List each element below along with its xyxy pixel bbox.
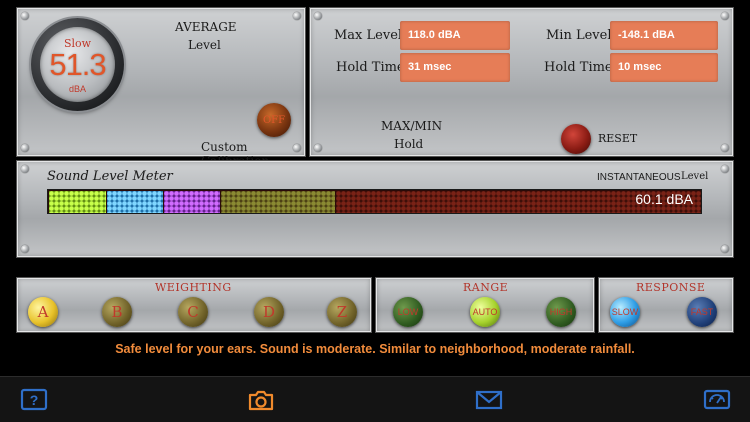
dial-face: Slow 51.3 dBA — [40, 27, 115, 102]
custom-calibration-toggle-label: OFF — [262, 114, 286, 126]
svg-text:?: ? — [30, 392, 39, 408]
max-level-value: 118.0 dBA — [400, 21, 510, 50]
app-root: AVERAGE Level Custom Calibration OFF Slo… — [0, 0, 750, 422]
meter-segment-purple — [164, 191, 220, 213]
weighting-title: WEIGHTING — [155, 281, 232, 294]
maxmin-mode-title: MAX/MIN — [381, 119, 443, 133]
hold-time-label-max: Hold Time — [336, 60, 405, 75]
safety-info-text: Safe level for your ears. Sound is moder… — [115, 342, 635, 356]
screw-icon — [21, 165, 29, 173]
screw-icon — [21, 144, 29, 152]
reset-label: RESET — [598, 132, 638, 145]
max-level-label: Max Level — [334, 28, 403, 43]
mail-icon — [475, 390, 503, 410]
response-slow-button[interactable]: SLOW — [610, 297, 640, 327]
range-low-button[interactable]: LOW — [393, 297, 423, 327]
meter-settings-button[interactable] — [703, 388, 731, 412]
level-meter-bar: 60.1 dBA — [47, 189, 702, 214]
screw-icon — [721, 144, 729, 152]
weighting-z-label: Z — [336, 303, 348, 321]
range-high-button[interactable]: HIGH — [546, 297, 576, 327]
weighting-b-button[interactable]: B — [102, 297, 132, 327]
reset-button[interactable] — [561, 124, 591, 154]
weighting-d-label: D — [262, 303, 276, 321]
weighting-a-label: A — [37, 303, 49, 321]
hold-time-label-min: Hold Time — [544, 60, 613, 75]
range-auto-button[interactable]: AUTO — [470, 297, 500, 327]
instantaneous-subtitle: Level — [681, 171, 709, 182]
average-title: AVERAGE — [175, 20, 237, 34]
bottom-toolbar: ? — [0, 376, 750, 422]
response-title: RESPONSE — [636, 281, 706, 294]
response-fast-label: FAST — [690, 307, 714, 317]
weighting-z-button[interactable]: Z — [327, 297, 357, 327]
meter-segment-green — [49, 191, 106, 213]
average-level-dial: Slow 51.3 dBA — [31, 18, 124, 111]
hold-time-value-min: 10 msec — [610, 53, 718, 82]
camera-icon — [248, 390, 274, 411]
meter-segment-blue — [107, 191, 163, 213]
average-subtitle: Level — [188, 38, 221, 52]
response-slow-label: SLOW — [611, 307, 639, 317]
range-low-label: LOW — [397, 307, 419, 317]
meter-readout: 60.1 dBA — [635, 191, 693, 207]
min-level-label: Min Level — [546, 28, 612, 43]
dial-unit: dBA — [68, 84, 86, 94]
meter-segment-olive — [221, 191, 335, 213]
screw-icon — [293, 12, 301, 20]
weighting-b-label: B — [111, 303, 123, 321]
screw-icon — [21, 12, 29, 20]
screw-icon — [721, 165, 729, 173]
range-title: RANGE — [463, 281, 509, 294]
screw-icon — [314, 12, 322, 20]
min-level-value: -148.1 dBA — [610, 21, 718, 50]
screw-icon — [314, 144, 322, 152]
help-button[interactable]: ? — [20, 388, 48, 412]
range-high-label: HIGH — [549, 307, 573, 317]
screw-icon — [721, 12, 729, 20]
dial-value: 51.3 — [49, 47, 106, 82]
screw-icon — [21, 245, 29, 253]
weighting-c-label: C — [187, 303, 199, 321]
weighting-a-button[interactable]: A — [28, 297, 58, 327]
weighting-c-button[interactable]: C — [178, 297, 208, 327]
response-fast-button[interactable]: FAST — [687, 297, 717, 327]
weighting-d-button[interactable]: D — [254, 297, 284, 327]
camera-button[interactable] — [247, 388, 275, 412]
screw-icon — [721, 245, 729, 253]
maxmin-panel: Max Level 118.0 dBA Hold Time 31 msec Mi… — [309, 7, 734, 157]
mail-button[interactable] — [475, 388, 503, 412]
help-icon: ? — [20, 388, 48, 411]
range-auto-label: AUTO — [472, 307, 498, 317]
instantaneous-title: INSTANTANEOUS — [597, 172, 681, 183]
custom-calibration-toggle[interactable]: OFF — [257, 103, 291, 137]
maxmin-mode-subtitle: Hold — [394, 137, 424, 151]
meter-settings-icon — [703, 389, 731, 410]
hold-time-value-max: 31 msec — [400, 53, 510, 82]
meter-title: Sound Level Meter — [47, 169, 173, 184]
